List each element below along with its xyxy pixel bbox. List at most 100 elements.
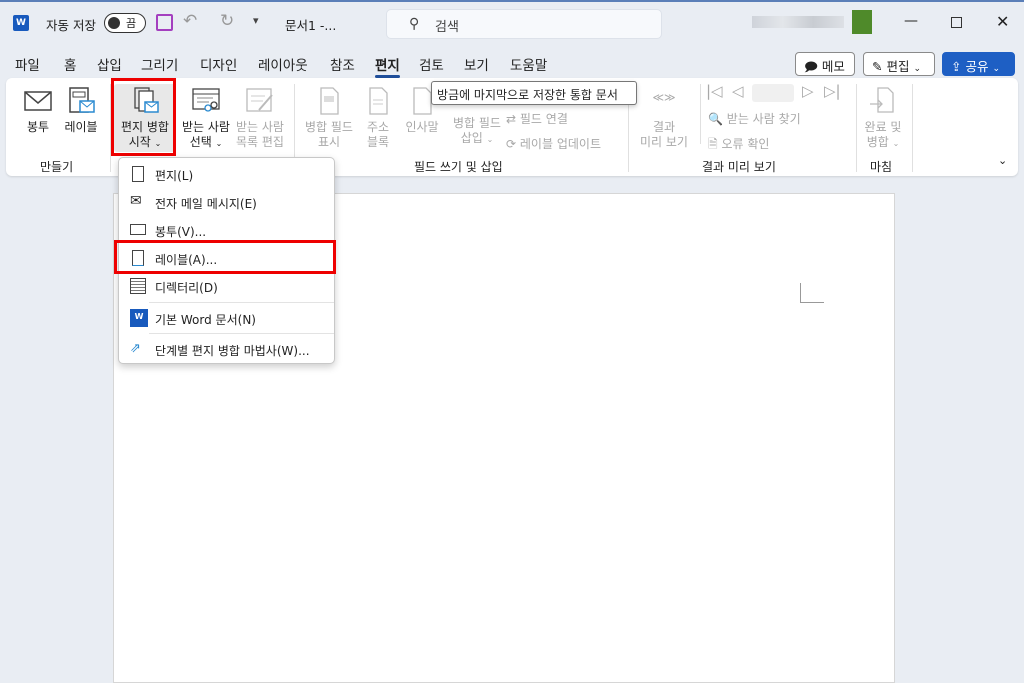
group-label-fields: 필드 쓰기 및 삽입 (414, 160, 503, 174)
undo-icon[interactable]: ↶ (183, 11, 197, 31)
edit-list-label: 받는 사람 (236, 120, 284, 134)
highlight-box-labels (114, 240, 336, 274)
customize-toolbar-icon[interactable]: ▾ (253, 14, 259, 27)
finish-merge-label-2: 병합 (866, 135, 889, 149)
directory-icon (130, 278, 146, 294)
menu-item-label: 봉투(V)... (155, 225, 207, 239)
chevron-down-icon: ⌄ (913, 64, 922, 74)
group-label-preview: 결과 미리 보기 (702, 160, 776, 174)
find-recipient-button[interactable]: 🔍 받는 사람 찾기 (708, 110, 801, 127)
menu-item-label: 편지(L) (155, 169, 194, 183)
labels-label: 레이블 (64, 120, 98, 134)
share-icon: ⇪ (951, 59, 962, 74)
document-icon (132, 166, 144, 182)
tab-view[interactable]: 보기 (464, 54, 489, 74)
last-record-icon[interactable]: ▷| (824, 82, 841, 100)
preview-results-label: 결과 (652, 120, 676, 134)
wizard-icon: ⇗ (130, 341, 141, 356)
tab-insert[interactable]: 삽입 (97, 54, 122, 74)
group-label-finish: 마침 (870, 160, 893, 174)
match-fields-icon: ⇄ (506, 112, 517, 126)
preview-results-icon: ≪≫ (652, 91, 676, 104)
tab-layout[interactable]: 레이아웃 (258, 54, 308, 74)
share-button[interactable]: ⇪ 공유 ⌄ (942, 52, 1015, 76)
first-record-icon[interactable]: |◁ (706, 82, 723, 100)
account-name-blurred (752, 16, 844, 28)
finish-merge-icon (870, 87, 894, 113)
insert-field-label-2: 삽입 (460, 131, 483, 145)
search-box[interactable]: ⚲ 검색 (386, 9, 662, 39)
document-title: 문서1 -... (285, 18, 337, 33)
record-number-input[interactable] (752, 84, 794, 102)
insert-field-label: 병합 필드 (453, 116, 501, 130)
close-icon[interactable]: ✕ (996, 12, 1009, 31)
collapse-ribbon-icon[interactable]: ⌄ (998, 154, 1007, 167)
tab-mailings[interactable]: 편지 (375, 54, 400, 78)
tooltip: 방금에 마지막으로 저장한 통합 문서 (431, 81, 637, 105)
update-labels-label: 레이블 업데이트 (519, 137, 601, 151)
preview-results-button[interactable]: ≪≫ 결과 미리 보기 (634, 86, 694, 150)
select-recipients-label-2: 선택 (189, 135, 212, 149)
tab-references[interactable]: 참조 (330, 54, 355, 74)
insert-merge-field-button[interactable]: 병합 필드 삽입 ⌄ (446, 116, 508, 147)
labels-button[interactable]: 레이블 (60, 86, 102, 135)
edit-mode-button[interactable]: ✎ 편집 ⌄ (863, 52, 935, 76)
document-icon (320, 87, 339, 115)
find-recipient-label: 받는 사람 찾기 (726, 112, 801, 126)
autosave-toggle[interactable]: 끔 (104, 13, 146, 33)
edit-list-label-2: 목록 편집 (236, 135, 284, 149)
check-errors-label: 오류 확인 (721, 137, 770, 151)
memo-label: 메모 (821, 59, 845, 74)
edit-label: 편집 (886, 59, 910, 74)
select-recipients-button[interactable]: 받는 사람 선택 ⌄ (178, 86, 234, 151)
highlight-fields-label-2: 표시 (317, 135, 341, 149)
menu-item-label: 단계별 편지 병합 마법사(W)... (155, 344, 310, 358)
tab-help[interactable]: 도움말 (510, 54, 547, 74)
edit-recipient-list-button[interactable]: 받는 사람 목록 편집 (232, 86, 288, 150)
memo-button[interactable]: 🗩 메모 (795, 52, 855, 76)
finish-merge-label: 완료 및 (864, 120, 902, 134)
save-icon[interactable] (156, 14, 173, 31)
finish-merge-button[interactable]: 완료 및 병합 ⌄ (860, 86, 906, 151)
update-labels-button[interactable]: ⟳ 레이블 업데이트 (506, 135, 601, 152)
menu-item-email[interactable]: ✉ 전자 메일 메시지(E) (119, 188, 334, 216)
highlight-merge-fields-button[interactable]: 병합 필드 표시 (300, 86, 358, 150)
tab-draw[interactable]: 그리기 (141, 54, 178, 74)
menu-item-directory[interactable]: 디렉터리(D) (119, 272, 334, 300)
check-errors-button[interactable]: 🗎 오류 확인 (708, 135, 769, 156)
menu-item-label: 전자 메일 메시지(E) (155, 197, 257, 211)
match-fields-label: 필드 연결 (519, 112, 568, 126)
select-recipients-label: 받는 사람 (182, 120, 230, 134)
previous-record-icon[interactable]: ◁ (732, 82, 744, 100)
tab-file[interactable]: 파일 (15, 54, 40, 74)
maximize-icon[interactable] (951, 17, 962, 28)
highlight-box-start-merge (111, 78, 176, 156)
menu-item-normal-document[interactable]: W 기본 Word 문서(N) (119, 304, 334, 332)
envelopes-button[interactable]: 봉투 (18, 86, 58, 135)
preview-results-label-2: 미리 보기 (640, 135, 688, 149)
search-placeholder: 검색 (435, 20, 459, 35)
address-block-button[interactable]: 주소 블록 (358, 86, 398, 150)
chevron-down-icon: ⌄ (215, 139, 223, 148)
redo-icon[interactable]: ↻ (220, 11, 234, 31)
avatar[interactable] (852, 10, 872, 34)
address-block-label-2: 블록 (366, 135, 390, 149)
menu-item-letters[interactable]: 편지(L) (119, 160, 334, 188)
margin-corner-marker (800, 283, 824, 303)
minimize-icon[interactable]: — (904, 13, 918, 29)
tab-review[interactable]: 검토 (419, 54, 444, 74)
tab-home[interactable]: 홈 (64, 54, 76, 74)
tab-design[interactable]: 디자인 (200, 54, 237, 74)
next-record-icon[interactable]: ▷ (802, 82, 814, 100)
select-recipients-icon (192, 88, 220, 112)
share-label: 공유 (965, 59, 989, 74)
word-logo-icon: W (13, 15, 29, 31)
match-fields-button[interactable]: ⇄ 필드 연결 (506, 110, 568, 127)
envelope-icon (24, 91, 52, 111)
window-top-border (0, 0, 1024, 2)
document-icon (369, 87, 388, 115)
word-document-icon: W (130, 309, 148, 327)
menu-item-label: 디렉터리(D) (155, 281, 218, 295)
find-icon: 🔍 (708, 112, 723, 126)
menu-item-wizard[interactable]: ⇗ 단계별 편지 병합 마법사(W)... (119, 335, 334, 363)
